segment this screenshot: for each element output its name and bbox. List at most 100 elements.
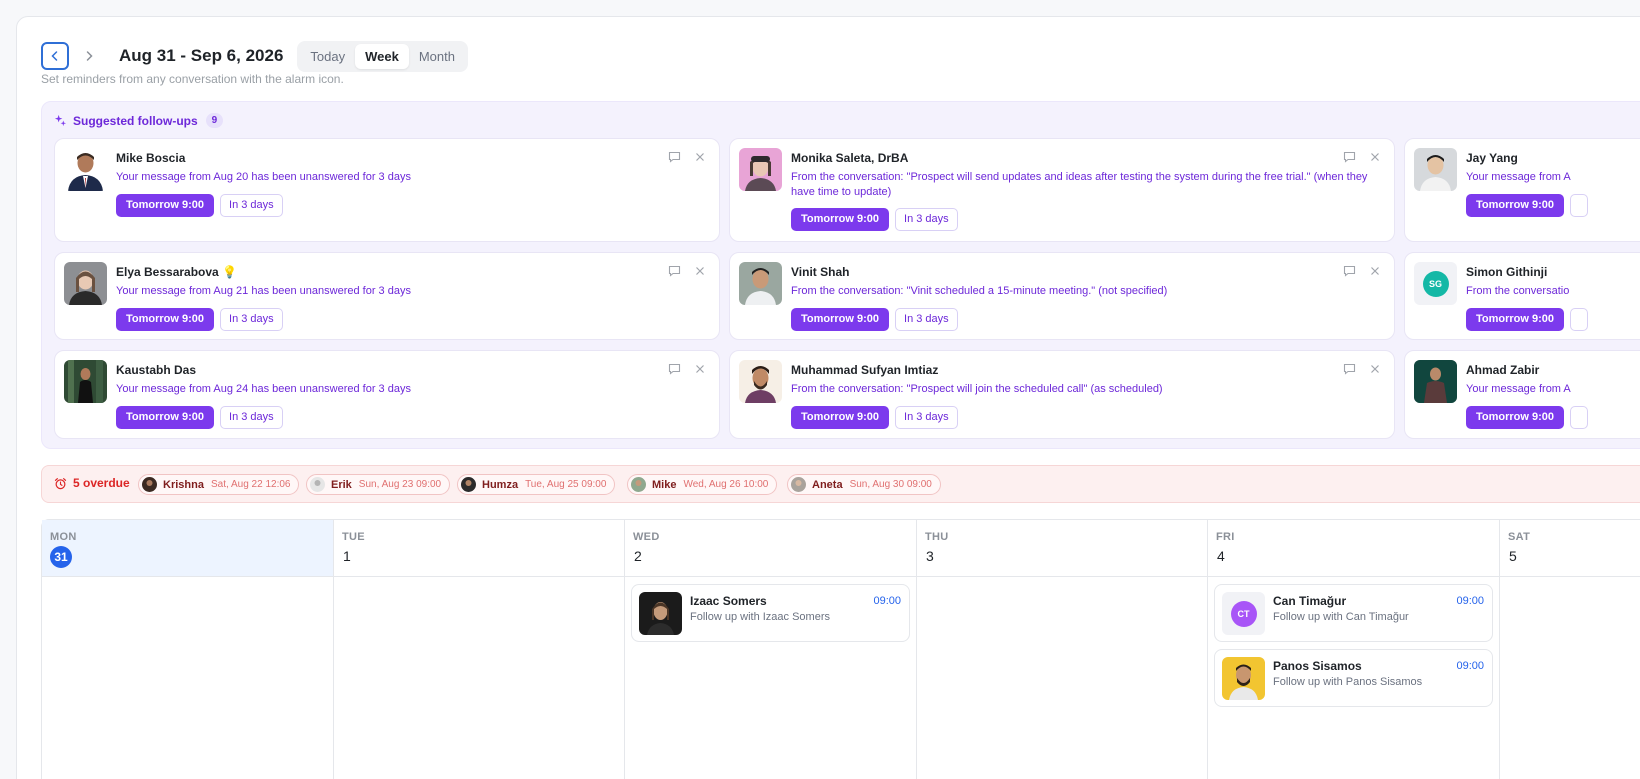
suggestion-actions: Tomorrow 9:00 In 3 days (116, 308, 283, 331)
prev-week-button[interactable] (41, 42, 69, 70)
next-week-button[interactable] (75, 42, 103, 70)
day-column-tue[interactable]: TUE 1 (334, 520, 625, 779)
open-chat-icon[interactable] (1343, 265, 1356, 280)
initials-avatar: CT (1230, 600, 1257, 627)
view-today-button[interactable]: Today (300, 44, 355, 69)
reminder-event[interactable]: Panos Sisamos Follow up with Panos Sisam… (1214, 649, 1493, 707)
overdue-date: Tue, Aug 25 09:00 (525, 479, 607, 490)
suggestion-message: From the conversation: "Prospect will jo… (791, 383, 1163, 395)
day-of-week: TUE (342, 531, 365, 543)
reminder-hint: Set reminders from any conversation with… (41, 72, 344, 86)
overdue-chip[interactable]: Krishna Sat, Aug 22 12:06 (138, 474, 300, 495)
dismiss-icon[interactable] (1370, 265, 1380, 279)
suggestion-card[interactable]: Kaustabh Das Your message from Aug 24 ha… (54, 350, 720, 439)
remind-tomorrow-button[interactable]: Tomorrow 9:00 (1466, 308, 1565, 331)
avatar (631, 477, 646, 492)
dismiss-icon[interactable] (1370, 151, 1380, 165)
remind-tomorrow-button[interactable]: Tomorrow 9:00 (116, 308, 215, 331)
reminder-event[interactable]: CT Can Timağur Follow up with Can Timağu… (1214, 584, 1493, 642)
day-column-fri[interactable]: FRI 4 CT Can Timağur Follow up with Can … (1208, 520, 1500, 779)
contact-name: Elya Bessarabova 💡 (116, 265, 238, 279)
alarm-clock-icon (54, 477, 67, 489)
overdue-chip[interactable]: Mike Wed, Aug 26 10:00 (627, 474, 778, 495)
suggestion-actions: Tomorrow 9:00 (1466, 308, 1589, 331)
remind-in-3-days-button[interactable]: In 3 days (895, 208, 958, 231)
suggestion-actions: Tomorrow 9:00 In 3 days (791, 308, 958, 331)
dismiss-icon[interactable] (695, 363, 705, 377)
reminders-panel: Aug 31 - Sep 6, 2026 Today Week Month Se… (16, 16, 1640, 779)
overdue-chip[interactable]: Aneta Sun, Aug 30 09:00 (787, 474, 941, 495)
overdue-name: Aneta (812, 478, 843, 491)
remind-tomorrow-button[interactable]: Tomorrow 9:00 (791, 308, 890, 331)
suggestion-actions: Tomorrow 9:00 In 3 days (116, 194, 283, 217)
avatar: SG (1414, 262, 1457, 305)
open-chat-icon[interactable] (1343, 151, 1356, 166)
overdue-chip[interactable]: Erik Sun, Aug 23 09:00 (306, 474, 451, 495)
date-range-title: Aug 31 - Sep 6, 2026 (119, 46, 284, 65)
suggested-title: Suggested follow-ups (73, 113, 198, 128)
suggestion-card[interactable]: Monika Saleta, DrBA From the conversatio… (729, 138, 1395, 242)
dismiss-icon[interactable] (1370, 363, 1380, 377)
suggestion-card[interactable]: Elya Bessarabova 💡 Your message from Aug… (54, 252, 720, 340)
day-header: SAT 5 (1500, 520, 1640, 577)
contact-name: Monika Saleta, DrBA (791, 151, 909, 165)
day-column-mon[interactable]: MON 31 (42, 520, 334, 779)
day-column-wed[interactable]: WED 2 Izaac Somers Follow up with Izaac … (625, 520, 917, 779)
overdue-date: Sun, Aug 23 09:00 (358, 479, 442, 490)
overdue-count: 5 overdue (73, 476, 130, 490)
day-of-week: THU (925, 531, 949, 543)
day-column-sat[interactable]: SAT 5 (1500, 520, 1640, 779)
sparkle-icon (54, 114, 67, 127)
overdue-name: Erik (331, 478, 352, 491)
remind-in-3-days-button[interactable]: In 3 days (220, 406, 283, 429)
contact-name: Ahmad Zabir (1466, 363, 1540, 377)
remind-in-3-days-button[interactable] (1570, 308, 1589, 331)
remind-tomorrow-button[interactable]: Tomorrow 9:00 (791, 406, 890, 429)
dismiss-icon[interactable] (695, 151, 705, 165)
avatar (739, 360, 782, 403)
open-chat-icon[interactable] (1343, 363, 1356, 378)
remind-in-3-days-button[interactable]: In 3 days (895, 406, 958, 429)
calendar-header: Aug 31 - Sep 6, 2026 Today Week Month (41, 40, 468, 72)
event-title: Can Timağur (1273, 594, 1347, 608)
remind-in-3-days-button[interactable] (1570, 406, 1589, 429)
overdue-chip[interactable]: Humza Tue, Aug 25 09:00 (457, 474, 616, 495)
avatar: CT (1222, 592, 1265, 635)
suggestion-card[interactable]: Mike Boscia Your message from Aug 20 has… (54, 138, 720, 242)
avatar (64, 360, 107, 403)
suggestion-card[interactable]: Muhammad Sufyan Imtiaz From the conversa… (729, 350, 1395, 439)
avatar (639, 592, 682, 635)
avatar (739, 148, 782, 191)
remind-tomorrow-button[interactable]: Tomorrow 9:00 (116, 194, 215, 217)
suggestion-card[interactable]: Ahmad Zabir Your message from A Tomorrow… (1404, 350, 1640, 439)
view-month-button[interactable]: Month (409, 44, 465, 69)
suggestion-card[interactable]: Vinit Shah From the conversation: "Vinit… (729, 252, 1395, 340)
day-of-week: MON (50, 531, 77, 543)
day-column-thu[interactable]: THU 3 (917, 520, 1208, 779)
remind-in-3-days-button[interactable]: In 3 days (895, 308, 958, 331)
suggestion-card[interactable]: SG Simon Githinji From the conversatio T… (1404, 252, 1640, 340)
remind-in-3-days-button[interactable]: In 3 days (220, 308, 283, 331)
remind-in-3-days-button[interactable]: In 3 days (220, 194, 283, 217)
contact-name: Mike Boscia (116, 151, 186, 165)
view-week-button[interactable]: Week (355, 43, 409, 69)
overdue-header: 5 overdue (54, 476, 130, 490)
remind-in-3-days-button[interactable] (1570, 194, 1589, 217)
dismiss-icon[interactable] (695, 265, 705, 279)
suggested-header: Suggested follow-ups 9 (54, 113, 224, 128)
day-header: WED 2 (625, 520, 916, 577)
contact-name: Muhammad Sufyan Imtiaz (791, 363, 939, 377)
avatar (64, 262, 107, 305)
suggested-followups-section: Suggested follow-ups 9 Mike Boscia Your … (41, 101, 1640, 449)
remind-tomorrow-button[interactable]: Tomorrow 9:00 (1466, 194, 1565, 217)
day-number: 3 (926, 548, 934, 564)
suggestion-card[interactable]: Jay Yang Your message from A Tomorrow 9:… (1404, 138, 1640, 242)
suggestion-message: Your message from Aug 21 has been unansw… (116, 285, 411, 297)
open-chat-icon[interactable] (668, 363, 681, 378)
reminder-event[interactable]: Izaac Somers Follow up with Izaac Somers… (631, 584, 910, 642)
remind-tomorrow-button[interactable]: Tomorrow 9:00 (1466, 406, 1565, 429)
open-chat-icon[interactable] (668, 151, 681, 166)
remind-tomorrow-button[interactable]: Tomorrow 9:00 (116, 406, 215, 429)
remind-tomorrow-button[interactable]: Tomorrow 9:00 (791, 208, 890, 231)
open-chat-icon[interactable] (668, 265, 681, 280)
